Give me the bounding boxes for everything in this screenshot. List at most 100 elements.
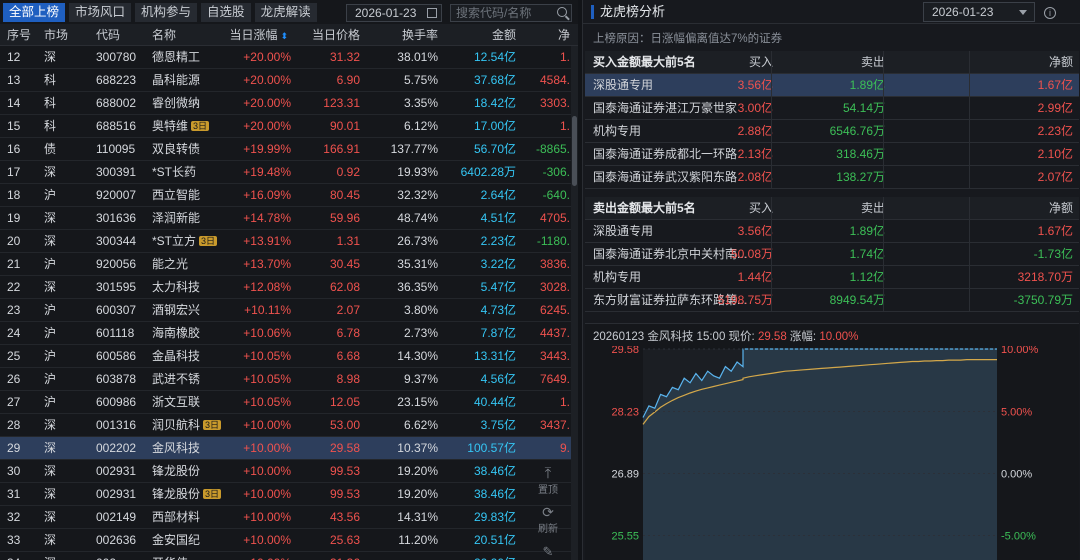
table-row[interactable]: 31 深 002931 锋龙股份 3日 +10.00% 99.53 19.20% 38.46亿 — [0, 483, 578, 506]
cell-amount: 17.00亿 — [473, 119, 516, 133]
col-amount[interactable]: 金额 — [492, 24, 516, 46]
table-row[interactable]: 28 深 001316 润贝航科 3日 +10.00% 53.00 6.62% 3.75亿 343… — [0, 414, 578, 437]
pin-top-button[interactable]: ⤒ 置顶 — [533, 466, 563, 496]
seat-row[interactable]: 深股通专用 3.56亿 1.89亿 1.67亿 — [585, 220, 1079, 243]
cell-change: +20.00% — [243, 50, 291, 64]
cell-price: 31.36 — [330, 552, 360, 560]
cell-market: 深 — [44, 533, 57, 547]
table-row[interactable]: 12 深 300780 德恩精工 +20.00% 31.32 38.01% 12.54亿 1. — [0, 46, 578, 69]
cell-market: 科 — [44, 73, 57, 87]
table-row[interactable]: 19 深 301636 泽润新能 +14.78% 59.96 48.74% 4.51亿 4705… — [0, 207, 578, 230]
col-market[interactable]: 市场 — [44, 24, 68, 46]
cell-no: 14 — [7, 96, 21, 110]
column-divider — [883, 197, 884, 312]
cell-change: +10.00% — [243, 418, 291, 432]
cell-turnover: 2.73% — [403, 326, 438, 340]
vertical-scrollbar[interactable] — [571, 46, 578, 560]
seat-buy: 3.56亿 — [737, 78, 773, 92]
cell-amount: 40.44亿 — [473, 395, 516, 409]
col-no[interactable]: 序号 — [7, 24, 31, 46]
cell-change: +19.48% — [243, 165, 291, 179]
seat-row[interactable]: 国泰海通证券武汉紫阳东路 2.08亿 138.27万 2.07亿 — [585, 166, 1079, 189]
cell-change: +10.00% — [243, 441, 291, 455]
col-turnover[interactable]: 换手率 — [402, 24, 438, 46]
seat-row[interactable]: 深股通专用 3.56亿 1.89亿 1.67亿 — [585, 74, 1079, 97]
col-net[interactable]: 净 — [558, 24, 570, 46]
table-row[interactable]: 25 沪 600586 金晶科技 +10.05% 6.68 14.30% 13.31亿 3443… — [0, 345, 578, 368]
cell-market: 深 — [44, 211, 57, 225]
date-picker[interactable]: 2026-01-23 — [346, 4, 442, 22]
cell-amount: 5.47亿 — [480, 280, 516, 294]
analysis-date-select[interactable]: 2026-01-23 — [923, 2, 1035, 22]
col-price[interactable]: 当日价格 — [312, 24, 360, 46]
cell-change: +10.05% — [243, 349, 291, 363]
edit-icon[interactable]: ✎ — [533, 544, 563, 560]
col-change[interactable]: 当日涨幅 ⬍ — [229, 24, 288, 47]
cell-price: 12.05 — [329, 395, 360, 409]
seat-buy: 3.00亿 — [737, 101, 773, 115]
table-row[interactable]: 21 沪 920056 能之光 +13.70% 30.45 35.31% 3.22亿 3836. — [0, 253, 578, 276]
table-row[interactable]: 29 深 002202 金风科技 +10.00% 29.58 10.37% 100.57亿 9. — [0, 437, 578, 460]
scrollbar-thumb[interactable] — [572, 116, 577, 186]
seat-net: 2.23亿 — [1037, 124, 1073, 138]
cell-change: +16.09% — [243, 188, 291, 202]
tab-watchlist[interactable]: 自选股 — [201, 2, 251, 22]
table-row[interactable]: 27 沪 600986 浙文互联 +10.05% 12.05 23.15% 40.44亿 1. — [0, 391, 578, 414]
cell-amount: 2.23亿 — [480, 234, 516, 248]
cell-change: +10.00% — [243, 533, 291, 547]
y-right-tick-label: 10.00% — [1001, 346, 1039, 356]
analysis-title: 龙虎榜分析 — [591, 4, 665, 19]
cell-amount: 13.31亿 — [473, 349, 516, 363]
table-row[interactable]: 24 沪 601118 海南橡胶 +10.06% 6.78 2.73% 7.87亿 4437. — [0, 322, 578, 345]
seat-row[interactable]: 机构专用 1.44亿 1.12亿 3218.70万 — [585, 266, 1079, 289]
seat-row[interactable]: 国泰海通证券北京中关村南... 50.08万 1.74亿 -1.73亿 — [585, 243, 1079, 266]
table-row[interactable]: 22 深 301595 太力科技 +12.08% 62.08 36.35% 5.47亿 3028… — [0, 276, 578, 299]
sell-col-net: 净额 — [1048, 201, 1073, 215]
table-row[interactable]: 18 沪 920007 西立智能 +16.09% 80.45 32.32% 2.64亿 -640… — [0, 184, 578, 207]
col-name[interactable]: 名称 — [152, 24, 176, 46]
seat-row[interactable]: 东方财富证券拉萨东环路第... 5198.75万 8949.54万 -3750.79万 — [585, 289, 1079, 312]
seat-net: 2.07亿 — [1037, 170, 1073, 184]
table-row[interactable]: 33 深 002636 金安国纪 +10.00% 25.63 11.20% 20.51亿 — [0, 529, 578, 552]
tab-all[interactable]: 全部上榜 — [3, 2, 66, 22]
tab-institution[interactable]: 机构参与 — [135, 2, 198, 22]
cell-code: 002 — [96, 552, 116, 560]
search-input[interactable]: 搜索代码/名称 — [450, 4, 572, 22]
intraday-chart[interactable]: 20260123 金风科技 15:00 现价: 29.58 涨幅: 10.00%… — [585, 323, 1079, 560]
date-value: 2026-01-23 — [355, 6, 417, 20]
table-row[interactable]: 15 科 688516 奥特维 3日 +20.00% 90.01 6.12% 17.00亿 1. — [0, 115, 578, 138]
cell-name-text: *ST立方 — [152, 234, 197, 248]
tab-market-trend[interactable]: 市场风口 — [69, 2, 132, 22]
table-row[interactable]: 34 深 002 开华伟 +10.00% 31.36 20.20亿 — [0, 552, 578, 560]
tab-lhb-interpret[interactable]: 龙虎解读 — [254, 2, 317, 22]
table-row[interactable]: 14 科 688002 睿创微纳 +20.00% 123.31 3.35% 18.42亿 330… — [0, 92, 578, 115]
seat-net: 1.67亿 — [1037, 224, 1073, 238]
info-icon[interactable]: i — [1044, 7, 1056, 19]
cell-price: 53.00 — [329, 418, 360, 432]
sell-col-sell: 卖出 — [860, 201, 885, 215]
cell-price: 123.31 — [323, 96, 360, 110]
cell-market: 沪 — [44, 303, 57, 317]
seat-row[interactable]: 国泰海通证券湛江万豪世家 3.00亿 54.14万 2.99亿 — [585, 97, 1079, 120]
cell-amount: 100.57亿 — [467, 441, 516, 455]
cell-code: 688002 — [96, 96, 137, 110]
table-row[interactable]: 16 债 110095 双良转债 +19.99% 166.91 137.77% 56.70亿 -… — [0, 138, 578, 161]
seat-row[interactable]: 机构专用 2.88亿 6546.76万 2.23亿 — [585, 120, 1079, 143]
y-right-tick-label: -5.00% — [1001, 531, 1036, 543]
refresh-button[interactable]: ⟳ 刷新 — [533, 505, 563, 536]
table-row[interactable]: 13 科 688223 晶科能源 +20.00% 6.90 5.75% 37.68亿 4584. — [0, 69, 578, 92]
table-row[interactable]: 17 深 300391 *ST长药 +19.48% 0.92 19.93% 6402.28万 -… — [0, 161, 578, 184]
table-row[interactable]: 26 沪 603878 武进不锈 +10.05% 8.98 9.37% 4.56亿 7649. — [0, 368, 578, 391]
table-row[interactable]: 23 沪 600307 酒钢宏兴 +10.11% 2.07 3.80% 4.73亿 6245. — [0, 299, 578, 322]
table-row[interactable]: 32 深 002149 西部材料 +10.00% 43.56 14.31% 29.83亿 — [0, 506, 578, 529]
cell-market: 沪 — [44, 257, 57, 271]
y-right-tick-label: 5.00% — [1001, 406, 1032, 418]
cell-code: 688223 — [96, 73, 137, 87]
table-row[interactable]: 20 深 300344 *ST立方 3日 +13.91% 1.31 26.73% 2.23亿 -1… — [0, 230, 578, 253]
seat-row[interactable]: 国泰海通证券成都北一环路 2.13亿 318.46万 2.10亿 — [585, 143, 1079, 166]
buy-col-buy: 买入 — [748, 55, 773, 69]
col-code[interactable]: 代码 — [96, 24, 120, 46]
cell-change: +20.00% — [243, 73, 291, 87]
table-row[interactable]: 30 深 002931 锋龙股份 +10.00% 99.53 19.20% 38.46亿 — [0, 460, 578, 483]
seat-name: 国泰海通证券成都北一环路 — [593, 147, 738, 161]
